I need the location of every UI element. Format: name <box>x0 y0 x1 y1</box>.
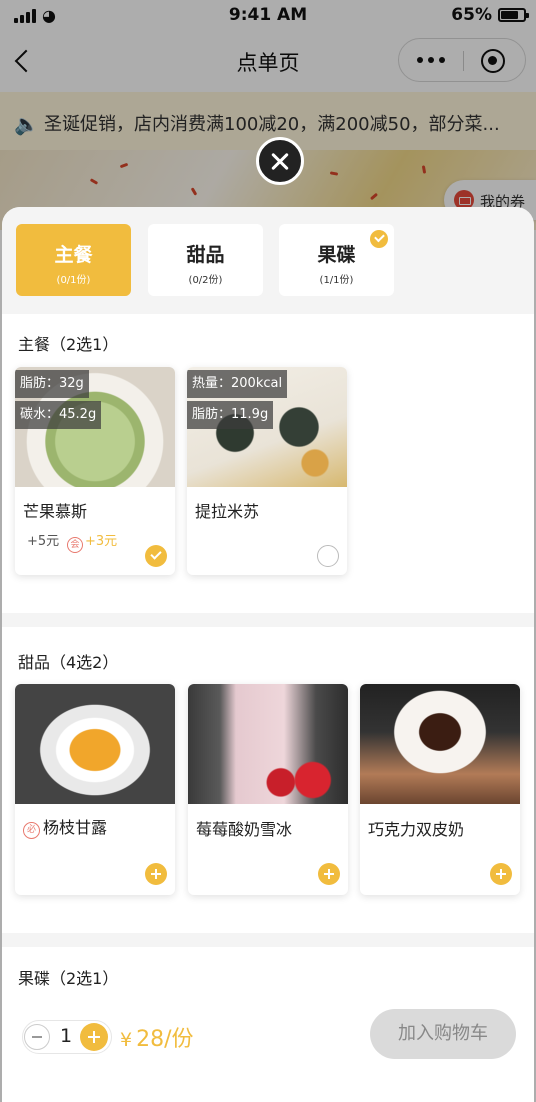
tab-fruit-plate[interactable]: 果碟 (1/1份) <box>279 224 394 296</box>
tab-count: (0/2份) <box>188 275 223 286</box>
tab-label: 主餐 <box>54 244 93 266</box>
category-tabs: 主餐 (0/1份) 甜品 (0/2份) 果碟 (1/1份) <box>2 207 534 314</box>
check-icon <box>370 230 388 248</box>
dish-photo <box>360 684 520 804</box>
nutrition-tag: 碳水：45.2g <box>15 401 102 429</box>
add-icon[interactable] <box>145 863 167 885</box>
tab-count: (0/1份) <box>56 275 91 286</box>
dish-name: 芒果慕斯 <box>23 502 88 521</box>
dish-name: 莓莓酸奶雪冰 <box>196 820 293 839</box>
increase-icon[interactable] <box>80 1023 108 1051</box>
dish-card-tiramisu[interactable]: 热量：200kcal 脂肪：11.9g 提拉米苏 <box>187 367 347 575</box>
dish-name: 巧克力双皮奶 <box>368 820 465 839</box>
dish-name: 必杨枝甘露 <box>23 814 107 839</box>
section-title: 主餐（2选1） <box>18 335 119 354</box>
section-title: 甜品（4选2） <box>18 653 119 672</box>
decrease-icon[interactable] <box>24 1024 50 1050</box>
nutrition-tag: 脂肪：11.9g <box>187 401 274 429</box>
dish-card-mango-mousse[interactable]: 脂肪：32g 碳水：45.2g 芒果慕斯 +5元 会 +3元 <box>15 367 175 575</box>
total-price: ¥28/份 <box>120 1021 194 1053</box>
tab-label: 甜品 <box>186 244 225 266</box>
order-footer: 1 ¥28/份 加入购物车 <box>2 995 534 1102</box>
required-tag-icon: 必 <box>23 822 40 839</box>
nutrition-tag: 脂肪：32g <box>15 370 89 398</box>
member-price-value: +3元 <box>85 534 118 549</box>
section-dessert: 甜品（4选2） 必杨枝甘露 莓莓酸奶雪冰 巧克力双皮奶 <box>2 627 534 933</box>
tab-count: (1/1份) <box>319 275 354 286</box>
close-icon[interactable] <box>256 137 304 185</box>
nutrition-tag: 热量：200kcal <box>187 370 288 398</box>
dish-card-mango-pomelo-sago[interactable]: 必杨枝甘露 <box>15 684 175 895</box>
dish-card-chocolate-milk-pudding[interactable]: 巧克力双皮奶 <box>360 684 520 895</box>
quantity-value: 1 <box>59 1025 73 1047</box>
section-main-course: 主餐（2选1） 脂肪：32g 碳水：45.2g 芒果慕斯 +5元 会 +3元 热量… <box>2 314 534 613</box>
add-icon[interactable] <box>318 863 340 885</box>
currency-symbol: ¥ <box>120 1029 133 1051</box>
unselected-radio-icon[interactable] <box>317 545 339 567</box>
dish-name: 提拉米苏 <box>195 502 260 521</box>
add-to-cart-button[interactable]: 加入购物车 <box>370 1009 516 1059</box>
add-icon[interactable] <box>490 863 512 885</box>
tab-main-course[interactable]: 主餐 (0/1份) <box>16 224 131 296</box>
order-sheet: 主餐 (0/1份) 甜品 (0/2份) 果碟 (1/1份) 主餐（2选1） 脂肪… <box>2 207 534 1102</box>
selected-check-icon[interactable] <box>145 545 167 567</box>
tab-dessert[interactable]: 甜品 (0/2份) <box>148 224 263 296</box>
member-tag-icon: 会 <box>67 537 83 553</box>
dish-photo <box>15 684 175 804</box>
extra-price: +5元 <box>27 534 60 549</box>
dish-photo <box>188 684 348 804</box>
price-value: 28/份 <box>136 1027 194 1052</box>
section-title: 果碟（2选1） <box>18 969 119 988</box>
member-price: 会 +3元 <box>67 530 117 553</box>
dish-card-berry-yogurt-ice[interactable]: 莓莓酸奶雪冰 <box>188 684 348 895</box>
